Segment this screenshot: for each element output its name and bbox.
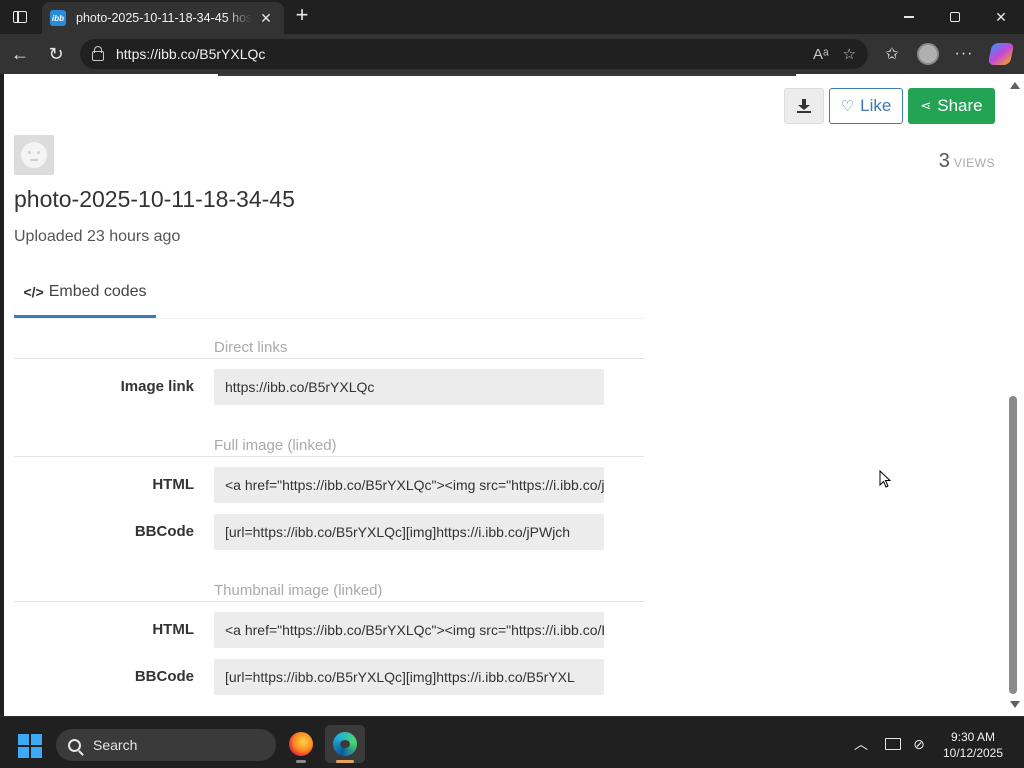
- profile-avatar-icon[interactable]: [915, 42, 941, 66]
- thumb-html-field[interactable]: <a href="https://ibb.co/B5rYXLQc"><img s…: [214, 612, 604, 648]
- views-label: VIEWS: [953, 156, 995, 170]
- restore-icon[interactable]: [932, 0, 978, 34]
- row-label-bbcode: BBCode: [134, 523, 194, 540]
- group-title-direct-links: Direct links: [214, 339, 288, 356]
- scroll-down-icon[interactable]: [1010, 701, 1020, 708]
- edge-app[interactable]: [325, 725, 365, 763]
- uploader-avatar[interactable]: [14, 135, 54, 175]
- search-icon: [68, 738, 81, 752]
- page-title: photo-2025-10-11-18-34-45: [14, 186, 295, 212]
- group-divider: [14, 456, 644, 457]
- search-label: Search: [93, 737, 138, 753]
- full-html-field[interactable]: <a href="https://ibb.co/B5rYXLQc"><img s…: [214, 467, 604, 503]
- row-label-html: HTML: [152, 476, 194, 493]
- back-arrow-icon[interactable]: ←: [6, 40, 34, 68]
- tab-strip: ibb photo-2025-10-11-18-34-45 host ✕ + ✕: [0, 0, 1024, 34]
- row-label-html: HTML: [152, 621, 194, 638]
- more-menu-icon[interactable]: ···: [951, 42, 977, 66]
- group-title-full-image: Full image (linked): [214, 437, 337, 454]
- code-icon: </>: [23, 283, 44, 300]
- lock-icon[interactable]: [92, 45, 104, 61]
- favorites-icon[interactable]: ✩: [879, 42, 905, 66]
- image-preview-edge: [218, 74, 796, 76]
- firefox-app[interactable]: [281, 725, 321, 763]
- tab-close-icon[interactable]: ✕: [258, 10, 274, 27]
- copilot-icon[interactable]: [987, 42, 1015, 66]
- refresh-icon[interactable]: ↻: [42, 40, 70, 68]
- thumb-bbcode-field[interactable]: [url=https://ibb.co/B5rYXLQc][img]https:…: [214, 659, 604, 695]
- favorite-star-icon[interactable]: ☆: [843, 45, 856, 63]
- scroll-up-icon[interactable]: [1010, 82, 1020, 89]
- clock-date: 10/12/2025: [942, 746, 1004, 760]
- tab-embed-codes[interactable]: </> Embed codes: [14, 272, 156, 318]
- address-bar[interactable]: https://ibb.co/B5rYXLQc Aᵃ ☆: [80, 39, 868, 69]
- tab-title: photo-2025-10-11-18-34-45 host: [76, 11, 252, 25]
- url-text[interactable]: https://ibb.co/B5rYXLQc: [116, 46, 799, 62]
- views-counter: 3 VIEWS: [884, 150, 995, 173]
- page-content: ♡ Like ⋖ Share 3 VIEWS photo-2025-10-11-1…: [4, 74, 1005, 716]
- scroll-thumb[interactable]: [1009, 396, 1017, 694]
- group-divider: [14, 601, 644, 602]
- system-clock[interactable]: 9:30 AM 10/12/2025: [930, 729, 1016, 761]
- download-icon: [797, 99, 811, 113]
- chevron-up-icon[interactable]: ︿: [850, 733, 872, 755]
- page-scrollbar[interactable]: [1005, 74, 1024, 716]
- mouse-cursor-icon: [879, 470, 891, 488]
- share-button[interactable]: ⋖ Share: [908, 88, 995, 124]
- like-button[interactable]: ♡ Like: [829, 88, 903, 124]
- minimize-icon[interactable]: [886, 0, 932, 34]
- network-icon[interactable]: ⊘: [908, 733, 930, 755]
- clock-time: 9:30 AM: [950, 730, 996, 744]
- taskbar: Search ︿ ⊘ 9:30 AM 10/12/2025: [0, 716, 1024, 768]
- firefox-icon: [289, 732, 313, 756]
- group-divider: [14, 358, 644, 359]
- like-label: Like: [860, 96, 892, 115]
- full-bbcode-field[interactable]: [url=https://ibb.co/B5rYXLQc][img]https:…: [214, 514, 604, 550]
- views-count: 3: [938, 150, 950, 172]
- row-label-image-link: Image link: [120, 378, 194, 395]
- new-tab-icon[interactable]: +: [290, 4, 314, 28]
- app-indicator-active: [336, 760, 354, 763]
- share-icon: ⋖: [920, 98, 932, 113]
- share-label: Share: [937, 96, 983, 115]
- taskbar-search[interactable]: Search: [56, 729, 276, 761]
- user-placeholder-icon: [21, 142, 47, 168]
- download-button[interactable]: [784, 88, 824, 124]
- close-window-icon[interactable]: ✕: [978, 0, 1024, 34]
- row-label-bbcode: BBCode: [134, 668, 194, 685]
- imgbb-favicon-icon: ibb: [50, 10, 66, 26]
- tab-divider: [14, 318, 644, 319]
- tab-label: Embed codes: [48, 282, 147, 300]
- heart-icon: ♡: [840, 98, 855, 115]
- image-link-field[interactable]: https://ibb.co/B5rYXLQc: [214, 369, 604, 405]
- tab-actions-icon[interactable]: [8, 6, 32, 28]
- display-icon[interactable]: [882, 733, 904, 755]
- browser-toolbar: ← ↻ https://ibb.co/B5rYXLQc Aᵃ ☆ ✩ ···: [0, 34, 1024, 74]
- edge-icon: [333, 732, 357, 756]
- browser-tab[interactable]: ibb photo-2025-10-11-18-34-45 host ✕: [42, 2, 284, 34]
- windows-start-icon[interactable]: [18, 734, 42, 758]
- app-indicator: [296, 760, 306, 763]
- read-aloud-icon[interactable]: Aᵃ: [813, 46, 829, 63]
- upload-time: Uploaded 23 hours ago: [14, 228, 181, 245]
- group-title-thumbnail: Thumbnail image (linked): [214, 582, 383, 599]
